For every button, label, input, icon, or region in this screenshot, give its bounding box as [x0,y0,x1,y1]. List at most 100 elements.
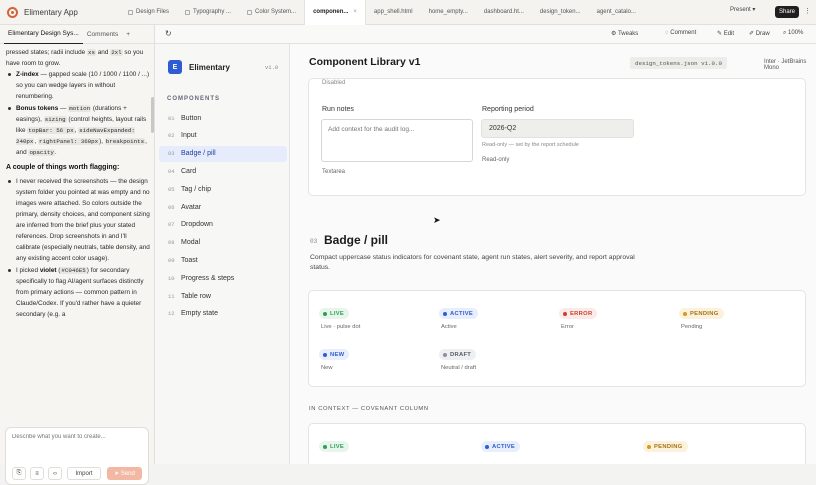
nav-item-card[interactable]: 04 Card [159,163,287,179]
nav-item-label: Avatar [181,203,202,211]
comment-button[interactable]: ◌ Comment [665,30,696,36]
file-tabs: Design Files Typography ... Color System… [120,0,644,25]
nav-item-input[interactable]: 02 Input [159,128,287,144]
add-tab-icon[interactable]: + [122,25,134,44]
prompt-input[interactable] [12,434,142,440]
badge-label: NEW [330,351,345,358]
nav-item-progress-steps[interactable]: 10 Progress & steps [159,270,287,286]
nav-item-number: 06 [168,203,175,211]
badge-label: DRAFT [450,351,472,358]
tab-design-tokens[interactable]: design_token... [532,0,589,25]
status-dot-icon [647,444,651,449]
nav-item-toast[interactable]: 09 Toast [159,252,287,268]
input-examples-card: Disabled Run notes Textarea Reporting pe… [308,78,806,225]
status-dot-icon [485,444,489,449]
nav-item-number: 05 [168,185,175,193]
chat-transcript: pressed states; radii include xs and 2xl… [6,47,150,423]
tab-agent-catalog[interactable]: agent_catalo... [589,0,644,25]
component-sidebar: E Elimentary v1.0 COMPONENTS 01 Button 02 I… [155,44,290,464]
nav-item-button[interactable]: 01 Button [159,110,287,126]
chat-panel-tabs: Elimentary Design Sys... Comments + [0,25,154,44]
page-title: Component Library v1 [309,56,421,68]
nav-item-badge-pill[interactable]: 03 Badge / pill [159,145,287,162]
status-badge-live: LIVE [319,441,350,452]
pen-icon: ✐ [749,31,755,37]
run-notes-textarea[interactable] [321,119,473,162]
nav-item-number: 03 [168,150,175,158]
code-icon[interactable]: ‹› [48,467,62,480]
badge-caption: New [321,365,333,371]
brand-logo: E [168,60,182,74]
tab-label: Color System... [255,9,297,15]
draw-button[interactable]: ✐ Draw [749,30,770,37]
present-button[interactable]: Present ▾ [730,6,755,13]
reporting-period-label: Reporting period [482,106,534,113]
close-icon[interactable]: × [353,9,357,15]
tab-typography[interactable]: Typography ... [177,0,239,25]
chat-list: Z-index — gapped scale (10 / 1000 / 1100… [6,69,150,158]
list-item: I never received the screenshots — the d… [8,178,150,262]
chat-panel: Elimentary Design Sys... Comments + pres… [0,25,155,485]
nav-item-table-row[interactable]: 11 Table row [159,288,287,304]
nav-item-tag-chip[interactable]: 05 Tag / chip [159,181,287,197]
read-only-caption: Read-only [482,157,510,163]
badge-caption: Error [561,324,574,330]
edit-label: Edit [723,31,735,37]
status-dot-icon [323,311,327,316]
nav-item-label: Table row [181,292,211,300]
share-button[interactable]: Share [775,6,799,18]
send-icon: ➤ [114,471,120,477]
tweaks-label: Tweaks [617,31,639,37]
edit-button[interactable]: ✎ Edit [717,30,734,37]
present-label: Present [730,7,751,13]
status-dot-icon [323,444,327,449]
badge-label: ACTIVE [492,443,516,450]
tab-label: componen... [313,9,349,15]
status-badge-pending: PENDING [643,441,688,452]
attach-icon[interactable]: ⎘ [12,467,26,480]
nav-item-number: 07 [168,221,175,229]
window-titlebar: Elimentary App Design Files Typography .… [0,0,816,25]
tab-home-empty[interactable]: home_empty... [421,0,476,25]
refresh-icon[interactable]: ↻ [165,29,172,38]
badge-caption: Pending [681,324,703,330]
nav-item-label: Input [181,132,197,140]
send-label: Send [120,470,135,477]
context-label: IN CONTEXT — COVENANT COLUMN [309,406,429,412]
brand-name: Elimentary [189,63,230,72]
chat-scrollbar[interactable] [151,97,154,133]
tab-comments[interactable]: Comments [83,25,122,44]
nav-item-label: Card [181,167,197,175]
tab-design-files[interactable]: Design Files [120,0,177,25]
badge-label: PENDING [654,443,683,450]
nav-item-empty-state[interactable]: 12 Empty state [159,306,287,322]
tab-color-system[interactable]: Color System... [239,0,304,25]
chat-paragraph: pressed states; radii include xs and 2xl… [6,49,144,67]
tab-label: Design Files [136,9,170,15]
tab-dashboard[interactable]: dashboard.ht... [476,0,532,25]
file-icon [247,9,253,15]
more-icon[interactable]: ⋮ [804,7,811,15]
nav-item-number: 08 [168,239,175,247]
list-item: Bonus tokens — motion (durations + easin… [8,103,150,158]
tab-design-system-chat[interactable]: Elimentary Design Sys... [4,25,83,44]
zoom-control[interactable]: ⌕ 100% [783,30,803,37]
tweaks-button[interactable]: ⚙ Tweaks [611,30,638,37]
nav-item-number: 09 [168,256,175,264]
badge-caption: Neutral / draft [441,365,477,371]
import-button[interactable]: Import [67,467,101,480]
nav-item-avatar[interactable]: 06 Avatar [159,199,287,215]
nav-item-modal[interactable]: 08 Modal [159,235,287,251]
tab-components[interactable]: componen... × [304,0,366,25]
format-icon[interactable]: ≡ [30,467,44,480]
nav-item-number: 04 [168,167,175,175]
tab-label: Typography ... [193,9,232,15]
file-icon [185,9,191,15]
nav-item-dropdown[interactable]: 07 Dropdown [159,217,287,233]
nav-heading: COMPONENTS [167,96,221,102]
tab-app-shell[interactable]: app_shell.html [366,0,421,25]
send-button[interactable]: ➤ Send [107,467,142,480]
cursor-icon: ➤ [433,215,441,225]
nav-item-number: 11 [168,292,175,300]
nav-item-label: Button [181,114,202,122]
